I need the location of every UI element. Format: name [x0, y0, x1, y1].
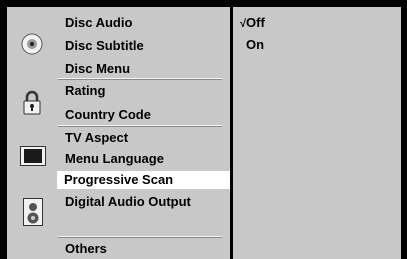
disc-icon — [21, 33, 43, 55]
menu-item-digital-audio-output[interactable]: Digital Audio Output — [65, 194, 191, 210]
menu-item-menu-language[interactable]: Menu Language — [65, 151, 164, 167]
menu-item-disc-audio[interactable]: Disc Audio — [65, 15, 132, 31]
menu-item-disc-menu[interactable]: Disc Menu — [65, 61, 130, 77]
menu-separator — [58, 125, 222, 127]
option-on[interactable]: On — [246, 37, 264, 53]
option-label: Off — [246, 15, 265, 30]
setup-menu-screen: Disc Audio Disc Subtitle Disc Menu Ratin… — [0, 0, 407, 259]
menu-separator — [58, 236, 222, 238]
menu-item-disc-subtitle[interactable]: Disc Subtitle — [65, 38, 144, 54]
speaker-icon — [23, 198, 43, 226]
padlock-icon — [21, 89, 43, 115]
menu-item-tv-aspect[interactable]: TV Aspect — [65, 130, 128, 146]
menu-item-country-code[interactable]: Country Code — [65, 107, 151, 123]
option-off[interactable]: √Off — [240, 15, 265, 32]
menu-separator — [58, 78, 222, 80]
menu-item-rating[interactable]: Rating — [65, 83, 105, 99]
menu-item-progressive-scan[interactable]: Progressive Scan — [57, 171, 230, 189]
tv-screen-icon — [20, 146, 46, 166]
menu-item-label: Progressive Scan — [64, 172, 174, 187]
menu-item-others[interactable]: Others — [65, 241, 107, 257]
